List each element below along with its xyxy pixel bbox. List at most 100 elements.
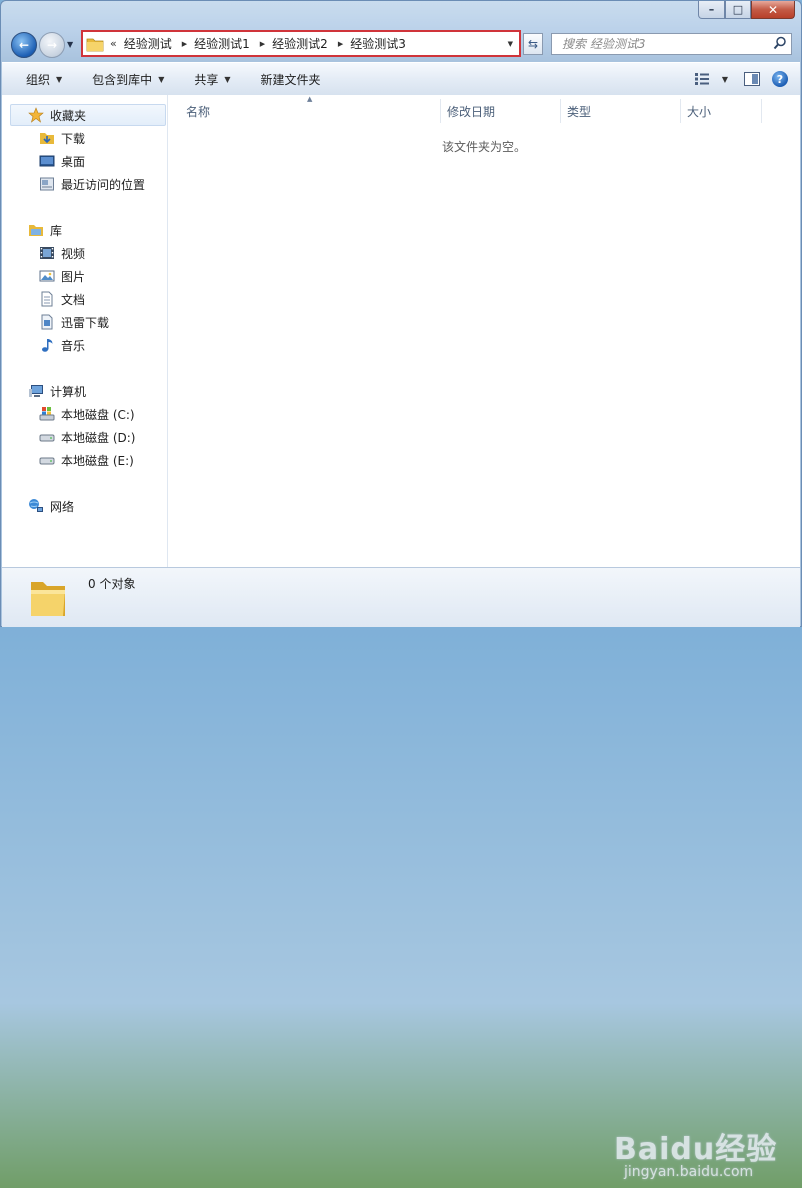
search-icon[interactable]: [773, 36, 787, 50]
hard-drive-icon: [39, 434, 55, 442]
caption-buttons: – □ ✕: [698, 1, 795, 19]
minimize-button[interactable]: –: [698, 1, 725, 19]
sidebar-item-pictures[interactable]: 图片: [39, 265, 85, 287]
breadcrumb-separator-icon[interactable]: ▶: [260, 40, 265, 48]
computer-icon: [29, 385, 43, 397]
recent-places-icon: [40, 177, 54, 191]
column-header-label: 修改日期: [447, 104, 496, 119]
sidebar-item-label: 音乐: [61, 338, 86, 353]
include-in-library-button[interactable]: 包含到库中 ▼: [82, 66, 174, 92]
include-in-library-label: 包含到库中: [92, 72, 153, 87]
breadcrumb-item-2[interactable]: 经验测试1 ▶: [194, 35, 265, 52]
sidebar-item-label: 收藏夹: [50, 108, 87, 123]
sidebar-item-libraries[interactable]: 库: [28, 219, 62, 241]
music-icon: [42, 339, 53, 352]
history-dropdown-icon[interactable]: ▼: [67, 40, 73, 49]
network-icon: [29, 499, 43, 512]
thunder-download-icon: [41, 314, 53, 330]
column-header-type[interactable]: 类型: [561, 99, 681, 123]
sidebar-item-label: 本地磁盘 (C:): [61, 407, 135, 422]
explorer-panes: 收藏夹 下载 桌面 最近访问的位置 库 视频 图片 文档 迅雷下载 音乐 计算机…: [2, 95, 800, 567]
sidebar-item-desktop[interactable]: 桌面: [39, 150, 85, 172]
organize-button[interactable]: 组织 ▼: [16, 66, 72, 92]
sidebar-item-drive-c[interactable]: 本地磁盘 (C:): [39, 403, 135, 425]
back-button[interactable]: ←: [11, 32, 37, 58]
explorer-window: – □ ✕ ← → ▼ « 经验测试 ▶ 经验测试1 ▶ 经验测试2 ▶ 经验测…: [0, 0, 802, 1180]
breadcrumb-item-3[interactable]: 经验测试2 ▶: [272, 35, 343, 52]
share-button[interactable]: 共享 ▼: [184, 66, 240, 92]
hard-drive-icon: [39, 457, 55, 465]
folder-icon: [86, 38, 104, 51]
share-label: 共享: [194, 72, 219, 87]
address-bar[interactable]: « 经验测试 ▶ 经验测试1 ▶ 经验测试2 ▶ 经验测试3 ▼: [81, 30, 521, 57]
breadcrumb-item-4[interactable]: 经验测试3: [350, 35, 406, 52]
watermark-logo: Baidu经验: [614, 1132, 778, 1167]
new-folder-button[interactable]: 新建文件夹: [251, 66, 331, 92]
sidebar-item-label: 图片: [61, 269, 86, 284]
sidebar-item-label: 网络: [50, 499, 75, 514]
document-icon: [41, 291, 53, 307]
chevron-down-icon: ▼: [158, 74, 165, 84]
forward-button[interactable]: →: [39, 32, 65, 58]
system-drive-icon: [39, 407, 55, 421]
sidebar-item-label: 库: [50, 223, 63, 238]
sidebar-item-label: 计算机: [50, 384, 87, 399]
sidebar-item-favorites[interactable]: 收藏夹: [28, 104, 86, 126]
breadcrumb-separator-icon[interactable]: ▶: [338, 40, 343, 48]
sidebar-item-drive-e[interactable]: 本地磁盘 (E:): [39, 449, 134, 471]
breadcrumb-label: 经验测试2: [272, 37, 328, 51]
navigation-pane: 收藏夹 下载 桌面 最近访问的位置 库 视频 图片 文档 迅雷下载 音乐 计算机…: [2, 95, 168, 567]
toolbar-right: ▼ ?: [694, 63, 800, 95]
refresh-button[interactable]: ⇆: [523, 33, 543, 55]
address-overflow-icon[interactable]: «: [110, 37, 117, 50]
column-header-date-modified[interactable]: 修改日期: [441, 99, 561, 123]
sidebar-item-documents[interactable]: 文档: [39, 288, 85, 310]
sidebar-item-recent-places[interactable]: 最近访问的位置: [39, 173, 145, 195]
breadcrumb-item-1[interactable]: 经验测试 ▶: [124, 35, 187, 52]
sidebar-item-videos[interactable]: 视频: [39, 242, 85, 264]
address-dropdown-icon[interactable]: ▼: [508, 40, 513, 48]
breadcrumb-label: 经验测试1: [194, 37, 250, 51]
video-icon: [40, 247, 54, 259]
desktop-icon: [39, 155, 55, 167]
new-folder-label: 新建文件夹: [260, 72, 321, 87]
sidebar-item-label: 文档: [61, 292, 86, 307]
empty-folder-message: 该文件夹为空。: [441, 140, 526, 154]
search-box[interactable]: [551, 33, 792, 55]
column-header-size[interactable]: 大小: [681, 99, 762, 123]
sidebar-item-downloads[interactable]: 下载: [39, 127, 85, 149]
watermark-url: jingyan.baidu.com: [624, 1164, 754, 1180]
sidebar-item-label: 本地磁盘 (E:): [61, 453, 134, 468]
column-header-name[interactable]: 名称: [168, 99, 441, 123]
sidebar-item-drive-d[interactable]: 本地磁盘 (D:): [39, 426, 135, 448]
library-icon: [29, 225, 43, 236]
sidebar-item-computer[interactable]: 计算机: [28, 380, 86, 402]
maximize-icon: □: [732, 3, 744, 16]
file-list: ▲ 名称 修改日期 类型 大小 该文件夹为空。: [168, 95, 800, 567]
maximize-button[interactable]: □: [725, 1, 751, 19]
sidebar-item-network[interactable]: 网络: [28, 495, 74, 517]
command-bar: 组织 ▼ 包含到库中 ▼ 共享 ▼ 新建文件夹 ▼ ?: [2, 62, 800, 96]
close-icon: ✕: [767, 2, 779, 17]
preview-pane-icon[interactable]: [744, 72, 760, 86]
close-button[interactable]: ✕: [751, 1, 795, 19]
sidebar-item-label: 下载: [61, 131, 86, 146]
help-button[interactable]: ?: [772, 71, 788, 87]
navigation-bar: ← → ▼ « 经验测试 ▶ 经验测试1 ▶ 经验测试2 ▶ 经验测试3 ▼ ⇆…: [1, 27, 801, 61]
sidebar-item-label: 桌面: [61, 154, 86, 169]
watermark: Baidu经验 jingyan.baidu.com: [614, 1124, 794, 1188]
refresh-icon: ⇆: [527, 37, 539, 51]
sidebar-item-label: 视频: [61, 246, 86, 261]
sidebar-item-thunder-downloads[interactable]: 迅雷下载: [39, 311, 109, 333]
search-input[interactable]: [560, 36, 772, 52]
view-options-icon[interactable]: [694, 72, 710, 86]
details-pane: 0 个对象 Baidu经验 jingyan.baidu.com: [2, 567, 800, 1180]
download-folder-icon: [40, 133, 54, 144]
chevron-down-icon[interactable]: ▼: [722, 75, 728, 84]
breadcrumb-separator-icon[interactable]: ▶: [182, 40, 187, 48]
breadcrumb-label: 经验测试3: [350, 37, 406, 51]
folder-icon: [31, 582, 65, 616]
sidebar-item-music[interactable]: 音乐: [39, 334, 85, 356]
chevron-down-icon: ▼: [224, 74, 231, 84]
chevron-down-icon: ▼: [56, 74, 63, 84]
